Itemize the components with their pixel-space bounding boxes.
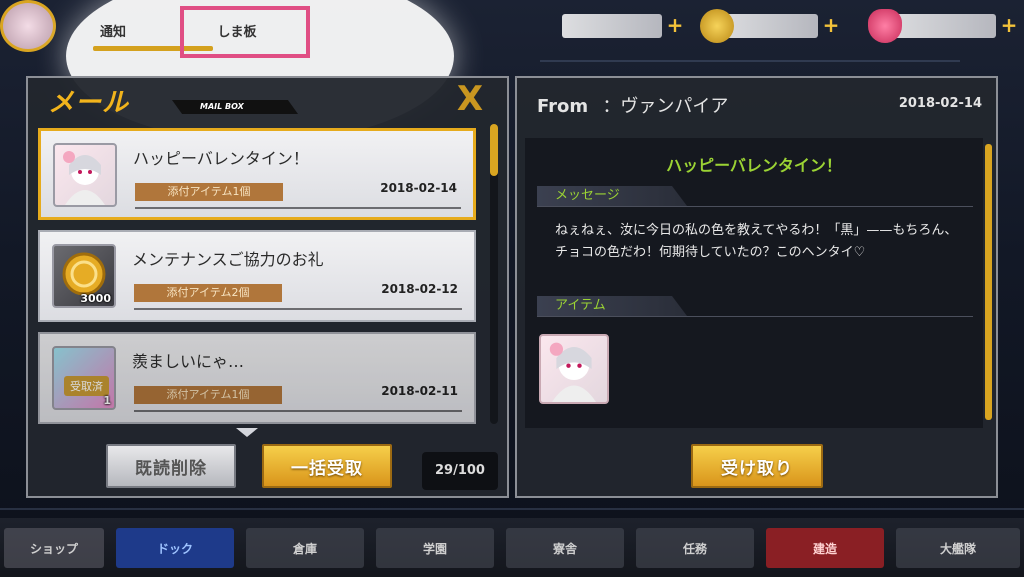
mail-subject: ハッピーバレンタイン！ <box>133 149 309 168</box>
mail-panel: メール MAIL BOX X ハッピーバレンタイン！ 添付アイテム1個 2018… <box>26 76 509 498</box>
scroll-down-arrow-icon <box>236 428 258 437</box>
tab-notice[interactable]: 通知 <box>85 10 141 50</box>
detail-date: 2018-02-14 <box>898 96 982 111</box>
gold-coin-icon: 3000 <box>52 244 116 308</box>
heart-gem-icon <box>868 9 902 43</box>
add-gem-icon[interactable]: + <box>1000 15 1018 35</box>
add-fuel-icon[interactable]: + <box>666 15 684 35</box>
gem-resource-bar: + <box>868 9 1017 43</box>
nav-academy[interactable]: 学園 <box>376 528 494 568</box>
mail-header: メール MAIL BOX X <box>28 78 507 120</box>
nav-shop[interactable]: ショップ <box>4 528 104 568</box>
mail-subject: 羨ましいにゃ… <box>132 352 245 371</box>
mail-date: 2018-02-11 <box>381 384 458 398</box>
nav-missions[interactable]: 任務 <box>636 528 754 568</box>
scrollbar-thumb[interactable] <box>490 124 498 176</box>
mail-date: 2018-02-12 <box>381 282 458 296</box>
claim-all-button[interactable]: 一括受取 <box>262 444 392 488</box>
divider <box>537 316 973 317</box>
player-avatar[interactable] <box>0 0 56 52</box>
mail-date: 2018-02-14 <box>380 181 457 195</box>
mail-subject: メンテナンスご協力のお礼 <box>132 250 324 269</box>
attachment-badge: 添付アイテム1個 <box>135 183 283 201</box>
nav-dorm[interactable]: 寮舎 <box>506 528 624 568</box>
mail-detail-panel: From ：ヴァンパイア 2018-02-14 ハッピーバレンタイン！ メッセー… <box>515 76 998 498</box>
vampire-portrait-icon[interactable] <box>539 334 609 404</box>
mail-list: ハッピーバレンタイン！ 添付アイテム1個 2018-02-14 3000 メンテ… <box>38 124 478 424</box>
nav-dock[interactable]: ドック <box>116 528 234 568</box>
nav-build[interactable]: 建造 <box>766 528 884 568</box>
nav-storage[interactable]: 倉庫 <box>246 528 364 568</box>
mail-item[interactable]: ハッピーバレンタイン！ 添付アイテム1個 2018-02-14 <box>38 128 476 220</box>
vampire-portrait-icon <box>53 143 117 207</box>
item-section-label: アイテム <box>537 296 687 316</box>
sender-row: From ：ヴァンパイア <box>537 92 728 118</box>
coin-resource-bar: + <box>700 9 839 43</box>
mail-item[interactable]: 3000 メンテナンスご協力のお礼 添付アイテム2個 2018-02-12 <box>38 230 476 322</box>
mail-list-scrollbar[interactable] <box>490 124 498 424</box>
message-section-label: メッセージ <box>537 186 687 206</box>
divider <box>135 207 461 209</box>
mail-item[interactable]: 受取済 1 羨ましいにゃ… 添付アイテム1個 2018-02-11 <box>38 332 476 424</box>
tutorial-highlight-box <box>180 6 310 58</box>
add-coin-icon[interactable]: + <box>822 15 840 35</box>
detail-scrollbar[interactable] <box>985 144 992 420</box>
coin-icon <box>700 9 734 43</box>
claim-button[interactable]: 受け取り <box>691 444 823 488</box>
divider <box>537 206 973 207</box>
mailbox-subtitle: MAIL BOX <box>172 100 298 114</box>
item-count: 1 <box>103 394 111 407</box>
received-badge: 受取済 <box>64 376 109 396</box>
sender-name: ：ヴァンパイア <box>602 96 729 117</box>
attachment-badge: 添付アイテム2個 <box>134 284 282 302</box>
close-button[interactable]: X <box>437 80 503 118</box>
detail-subject: ハッピーバレンタイン！ <box>666 156 842 175</box>
message-body: ねぇねぇ、汝に今日の私の色を教えてやるわ！「黒」——もちろん、チョコの色だわ！何… <box>555 223 958 260</box>
mail-count: 29/100 <box>422 452 498 490</box>
mail-title: メール <box>48 88 130 118</box>
bottom-nav: ショップ ドック 倉庫 学園 寮舎 任務 建造 大艦隊 <box>0 518 1024 577</box>
divider <box>134 410 462 412</box>
from-label: From <box>537 96 589 117</box>
attachment-badge: 添付アイテム1個 <box>134 386 282 404</box>
cat-item-icon: 受取済 1 <box>52 346 116 410</box>
delete-read-button[interactable]: 既読削除 <box>106 444 236 488</box>
nav-fleet[interactable]: 大艦隊 <box>896 528 1020 568</box>
fuel-resource-bar: + <box>562 14 683 38</box>
item-count: 3000 <box>80 292 111 305</box>
divider <box>134 308 462 310</box>
